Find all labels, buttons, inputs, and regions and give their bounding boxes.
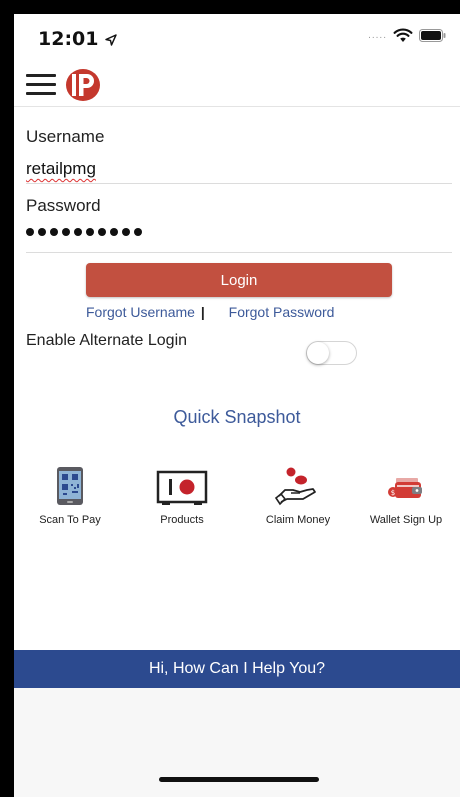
brand-logo (66, 69, 100, 101)
battery-icon (419, 29, 446, 42)
safe-icon (156, 470, 208, 505)
wifi-icon (393, 28, 413, 42)
forgot-separator: | (200, 304, 205, 320)
phone-qr-icon (57, 467, 83, 505)
forgot-password-link[interactable]: Forgot Password (229, 304, 335, 320)
quick-snapshot-row: Scan To Pay Products Claim Money $ Walle… (14, 466, 460, 536)
snapshot-products[interactable]: Products (132, 466, 232, 526)
hand-coins-icon (274, 467, 316, 506)
password-divider (26, 252, 452, 253)
app-header (14, 66, 460, 107)
password-input[interactable] (26, 228, 142, 236)
username-input[interactable]: retailpmg (26, 159, 96, 179)
snapshot-label: Claim Money (265, 514, 331, 526)
forgot-username-link[interactable]: Forgot Username (86, 304, 195, 320)
app-screen: 12:01 ..... Username retailpmg Password … (14, 14, 460, 797)
help-chat-bar[interactable]: Hi, How Can I Help You? (14, 650, 460, 688)
home-indicator[interactable] (159, 777, 319, 782)
location-arrow-icon (105, 33, 117, 46)
status-time-text: 12:01 (38, 28, 99, 50)
toggle-knob (307, 342, 329, 364)
snapshot-label: Wallet Sign Up (369, 514, 443, 526)
snapshot-label: Scan To Pay (39, 514, 101, 526)
login-button[interactable]: Login (86, 263, 392, 297)
menu-icon[interactable] (26, 74, 56, 98)
snapshot-scan-to-pay[interactable]: Scan To Pay (20, 466, 120, 526)
alternate-login-label: Enable Alternate Login (26, 332, 188, 349)
quick-snapshot-title: Quick Snapshot (173, 407, 301, 427)
svg-text:$: $ (391, 489, 395, 497)
wallet-icon: $ (388, 478, 422, 498)
status-indicators: ..... (368, 28, 446, 43)
forgot-links: Forgot Username | Forgot Password (86, 304, 386, 320)
alternate-login-toggle[interactable] (306, 341, 357, 365)
status-bar: 12:01 ..... (14, 14, 460, 62)
snapshot-claim-money[interactable]: Claim Money (248, 466, 348, 526)
snapshot-wallet-sign-up[interactable]: $ Wallet Sign Up (356, 466, 456, 526)
status-time: 12:01 (38, 28, 117, 50)
username-label: Username (26, 127, 105, 146)
cellular-signal-icon: ..... (368, 30, 387, 41)
password-label: Password (26, 196, 101, 215)
snapshot-label: Products (160, 514, 204, 526)
username-divider (26, 183, 452, 184)
